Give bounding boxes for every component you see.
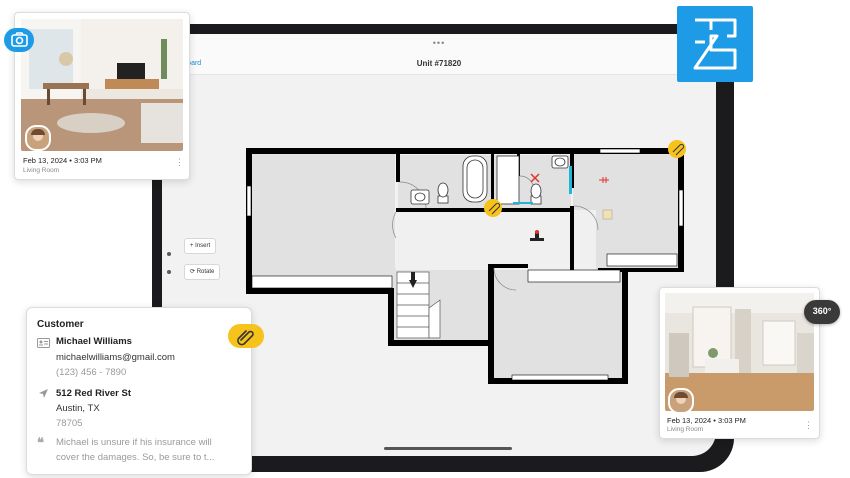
customer-card: Customer Michael Williams michaelwilliam… — [26, 307, 252, 475]
customer-title: Customer — [37, 319, 84, 330]
avatar — [668, 388, 694, 414]
paperclip-icon — [237, 330, 254, 346]
customer-phone[interactable]: (123) 456 - 7890 — [56, 367, 126, 378]
avatar — [25, 125, 51, 151]
camera-icon — [11, 32, 28, 47]
photo-date: Feb 13, 2024 • 3:03 PM — [23, 156, 102, 165]
id-card-icon — [37, 338, 50, 348]
photo-card-living-room[interactable]: Feb 13, 2024 • 3:03 PM Living Room ⋮ — [14, 12, 190, 180]
attachment-badge[interactable] — [228, 324, 264, 348]
quote-icon: ❝ — [37, 435, 44, 450]
customer-city: Austin, TX — [56, 403, 100, 414]
floorplan-icon — [693, 18, 737, 70]
customer-note-line-2: cover the damages. So, be sure to t... — [56, 452, 215, 463]
customer-zip: 78705 — [56, 418, 83, 429]
plan-attachment-pin-2 — [668, 140, 686, 158]
more-vertical-icon[interactable]: ⋮ — [175, 158, 184, 167]
panorama-360-icon: 360° — [812, 306, 832, 316]
home-indicator — [384, 447, 512, 450]
insert-button[interactable]: + Insert — [184, 238, 217, 254]
plan-attachment-pin-1 — [484, 199, 502, 217]
location-arrow-icon — [39, 389, 48, 398]
customer-note-line-1: Michael is unsure if his insurance will — [56, 437, 212, 448]
photo-room: Living Room — [667, 426, 704, 433]
more-vertical-icon[interactable]: ⋮ — [804, 421, 813, 430]
photo-room: Living Room — [23, 167, 60, 174]
floorplan-badge — [677, 6, 753, 82]
rotate-button[interactable]: ⟳ Rotate — [184, 264, 221, 280]
camera-badge — [4, 28, 34, 52]
panorama-360-badge: 360° — [804, 300, 840, 324]
rotate-icon: ⟳ — [190, 269, 197, 275]
customer-name: Michael Williams — [56, 336, 132, 347]
customer-street: 512 Red River St — [56, 388, 131, 399]
customer-email[interactable]: michaelwilliams@gmail.com — [56, 352, 175, 363]
photo-date: Feb 13, 2024 • 3:03 PM — [667, 416, 746, 425]
photo-card-360-living-room[interactable]: Feb 13, 2024 • 3:03 PM Living Room ⋮ — [659, 287, 820, 439]
tablet-side-indicators — [167, 252, 171, 288]
